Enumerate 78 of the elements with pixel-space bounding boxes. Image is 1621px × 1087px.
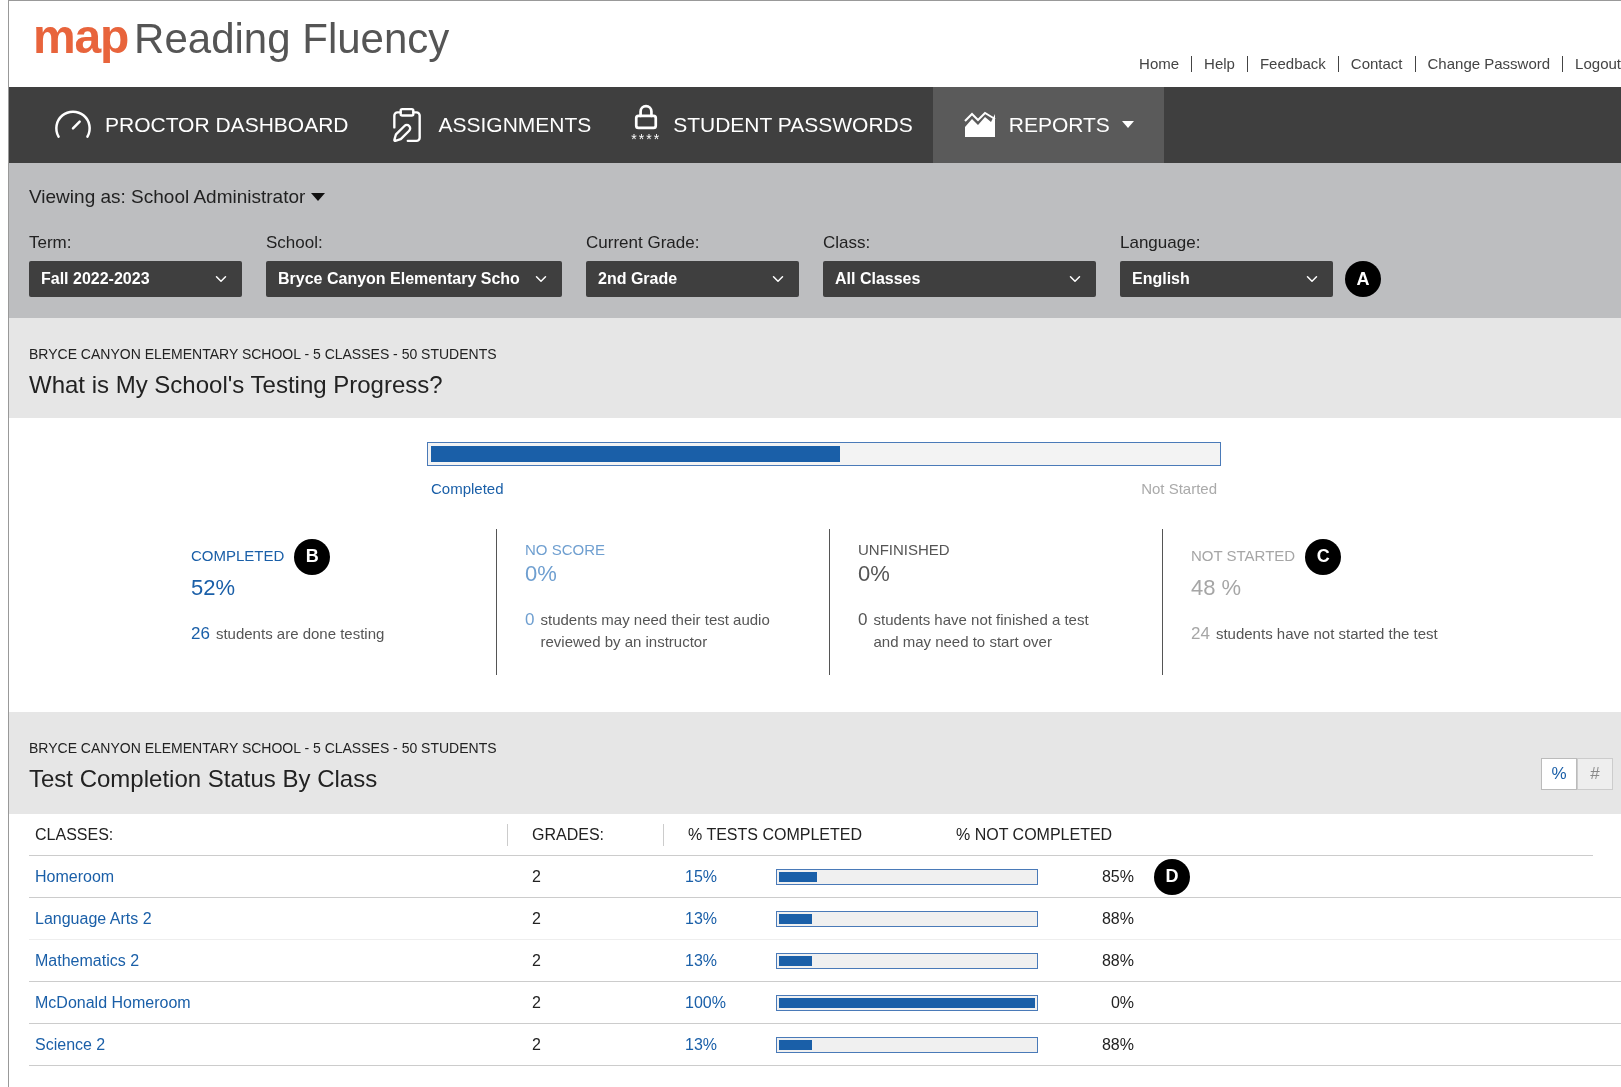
masked-password: **** [631, 132, 662, 146]
completed-percent: 13% [685, 908, 719, 929]
not-completed-percent: 0% [1109, 992, 1134, 1013]
filter-dropdown[interactable]: All Classes [823, 261, 1096, 297]
area-chart-icon [962, 111, 997, 139]
bar-label: Completed [431, 479, 504, 499]
top-link[interactable]: Help [1204, 53, 1235, 76]
class-link[interactable]: Science 2 [29, 1032, 508, 1057]
nav-tab[interactable]: REPORTS [932, 87, 1164, 163]
class-link[interactable]: Language Arts 2 [29, 906, 508, 931]
top-link[interactable]: Contact [1350, 53, 1403, 76]
nav-tab[interactable]: ASSIGNMENTS [368, 87, 612, 163]
logo-mark: map [33, 13, 129, 61]
not-completed-percent: 85% [1100, 866, 1134, 887]
column-header: CLASSES: [34, 824, 115, 845]
stat-value: 0% [858, 563, 891, 585]
section-title: What is My School's Testing Progress? [29, 370, 444, 400]
filter-label: Term: [29, 231, 73, 254]
stat-count: 24 [1191, 622, 1210, 645]
filter-label: Current Grade: [586, 231, 701, 254]
section-subtitle: BRYCE CANYON ELEMENTARY SCHOOL - 5 CLASSES - 50 STUDENTS [29, 739, 497, 758]
stat-description: students are done testing [215, 623, 385, 644]
bar-label: Not Started [1141, 479, 1217, 499]
grade-cell-text: 2 [531, 908, 542, 929]
top-link[interactable]: Change Password [1427, 53, 1551, 76]
stat-description: students have not started the test [1215, 623, 1438, 644]
section-title: Test Completion Status By Class [29, 764, 379, 794]
stat-count: 26 [191, 622, 210, 645]
filter-dropdown[interactable]: English [1120, 261, 1333, 297]
top-link[interactable]: Logout [1575, 53, 1621, 76]
filter-label: Language: [1120, 231, 1202, 254]
top-link[interactable]: Home [1139, 53, 1180, 76]
grade-cell-text: 2 [531, 866, 542, 887]
filter-dropdown[interactable]: 2nd Grade [586, 261, 799, 297]
filter-label: School: [266, 231, 324, 254]
nav-tab[interactable]: PROCTOR DASHBOARD [33, 87, 369, 163]
not-completed-percent: 88% [1100, 1034, 1134, 1055]
class-link[interactable]: McDonald Homeroom [29, 990, 508, 1015]
stat-heading: COMPLETED [191, 546, 285, 567]
class-link[interactable]: Homeroom [29, 864, 508, 889]
filter-label: Class: [823, 231, 872, 254]
callout-marker: A [1345, 261, 1381, 297]
column-header: % NOT COMPLETED [956, 824, 1113, 845]
filter-dropdown[interactable]: Bryce Canyon Elementary Scho [266, 261, 562, 297]
callout-marker: B [294, 538, 331, 575]
stat-value: 52% [191, 576, 237, 599]
stat-count: 0 [858, 609, 868, 631]
not-completed-percent: 88% [1100, 950, 1134, 971]
stat-count: 0 [525, 609, 535, 631]
column-header: GRADES: [531, 824, 605, 845]
nav-tab[interactable]: **** STUDENT PASSWORDS [611, 87, 933, 163]
lock-icon [633, 104, 660, 130]
product-name: Reading Fluency [134, 18, 450, 60]
completed-percent: 15% [685, 866, 719, 887]
view-toggle[interactable]: % [1541, 758, 1577, 790]
top-link[interactable]: Feedback [1259, 53, 1326, 76]
callout-marker: D [1154, 858, 1190, 895]
caret-icon[interactable] [311, 192, 326, 202]
class-link[interactable]: Mathematics 2 [29, 948, 508, 973]
stat-description: students have not finished a test and may need to start over [873, 610, 1090, 652]
callout-marker: C [1305, 538, 1342, 575]
grade-cell-text: 2 [531, 950, 542, 971]
stat-heading: NOT STARTED [1191, 546, 1296, 567]
stat-heading: NO SCORE [525, 539, 605, 560]
column-header: % TESTS COMPLETED [687, 824, 863, 845]
grade-cell-text: 2 [531, 1034, 542, 1055]
not-completed-percent: 88% [1100, 908, 1134, 929]
completed-percent: 100% [685, 992, 727, 1013]
completed-percent: 13% [685, 1034, 719, 1055]
section-subtitle: BRYCE CANYON ELEMENTARY SCHOOL - 5 CLASSES - 50 STUDENTS [29, 345, 498, 364]
filter-dropdown[interactable]: Fall 2022-2023 [29, 261, 242, 297]
stat-value: 48 % [1191, 576, 1243, 599]
stat-description: students may need their test audio reviewed by an instructor [540, 610, 771, 652]
completed-percent: 13% [685, 950, 719, 971]
stat-value: 0% [525, 563, 558, 585]
stat-heading: UNFINISHED [858, 539, 950, 560]
grade-cell-text: 2 [531, 992, 542, 1013]
viewing-as-label: Viewing as: School Administrator [29, 185, 306, 209]
